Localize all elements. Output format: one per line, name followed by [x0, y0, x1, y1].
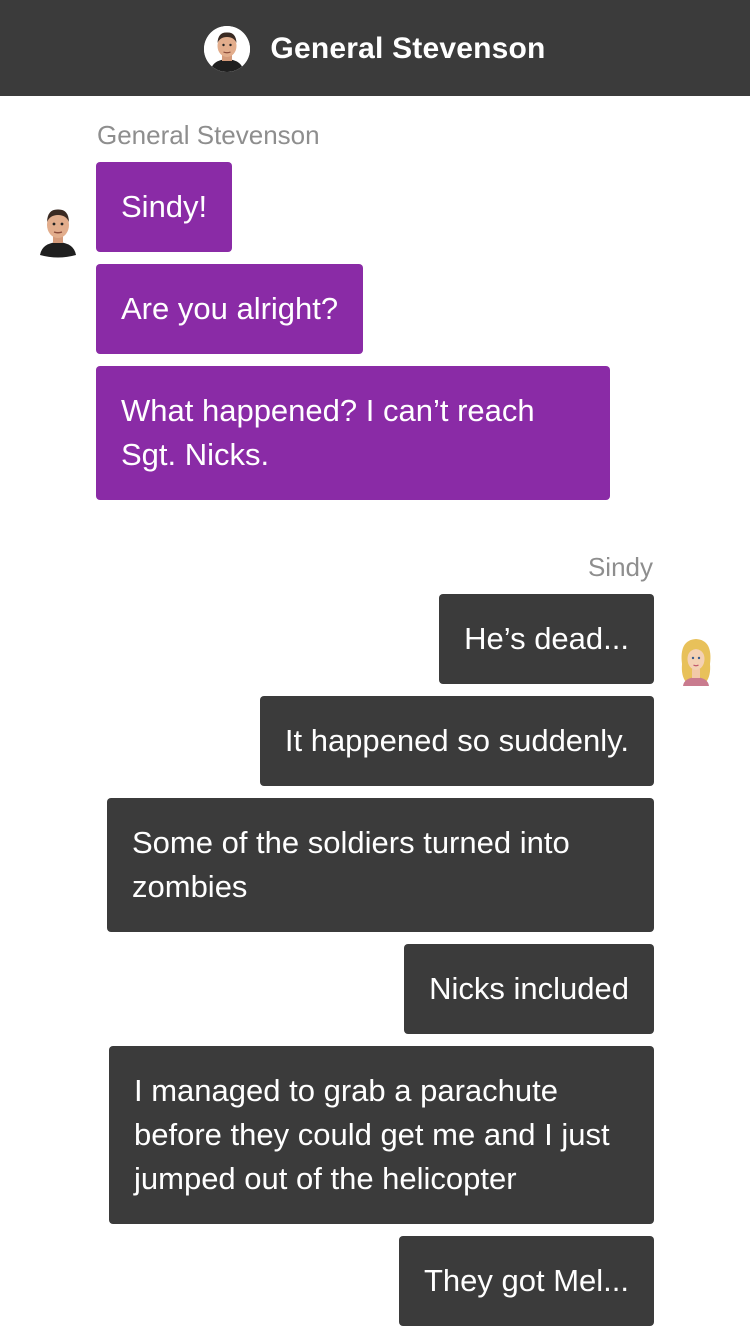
chat-header: General Stevenson — [0, 0, 750, 96]
sender-name-sindy: Sindy — [587, 552, 653, 582]
outgoing-message: They got Mel... — [398, 1236, 654, 1326]
header-title: General Stevenson — [270, 32, 546, 65]
incoming-message: Are you alright? — [96, 264, 364, 354]
outgoing-message: He’s dead... — [439, 594, 654, 684]
sender-name-general: General Stevenson — [97, 120, 320, 150]
general-avatar-icon[interactable] — [204, 26, 251, 72]
incoming-message: Sindy! — [96, 162, 233, 252]
header-content: General Stevenson — [0, 0, 750, 96]
sindy-avatar-icon[interactable] — [674, 634, 718, 690]
outgoing-message: Some of the soldiers turned into zombies — [107, 798, 654, 932]
outgoing-message: It happened so suddenly. — [259, 696, 654, 786]
outgoing-message: Nicks included — [404, 944, 654, 1034]
general-avatar-icon[interactable] — [36, 203, 80, 259]
incoming-message: What happened? I can’t reach Sgt. Nicks. — [96, 366, 610, 500]
outgoing-message: I managed to grab a parachute before the… — [109, 1046, 654, 1224]
